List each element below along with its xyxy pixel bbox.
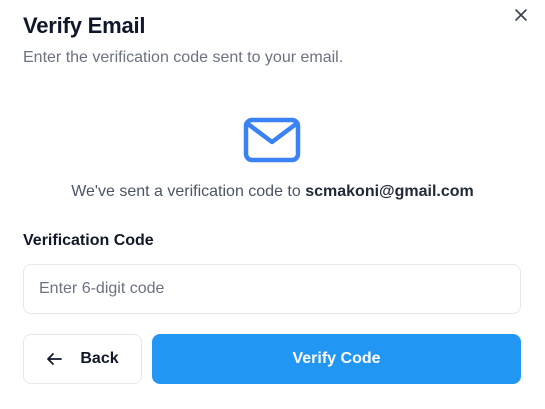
back-button[interactable]: Back bbox=[23, 334, 142, 384]
verification-code-input[interactable] bbox=[23, 264, 521, 314]
arrow-left-icon bbox=[47, 353, 63, 365]
verify-email-dialog: Verify Email Enter the verification code… bbox=[0, 0, 545, 409]
dialog-subtitle: Enter the verification code sent to your… bbox=[23, 49, 344, 66]
back-button-label: Back bbox=[80, 350, 119, 367]
verify-code-button-label: Verify Code bbox=[292, 350, 381, 367]
code-sent-message: We've sent a verification code to scmako… bbox=[0, 180, 545, 204]
email-address: scmakoni@gmail.com bbox=[305, 183, 474, 200]
close-button[interactable] bbox=[509, 3, 533, 27]
dialog-title: Verify Email bbox=[23, 13, 146, 38]
verify-code-button[interactable]: Verify Code bbox=[152, 334, 521, 384]
mail-icon bbox=[243, 117, 301, 163]
code-sent-text: We've sent a verification code to bbox=[71, 183, 306, 200]
verification-code-label: Verification Code bbox=[23, 232, 154, 249]
close-icon bbox=[515, 9, 527, 21]
